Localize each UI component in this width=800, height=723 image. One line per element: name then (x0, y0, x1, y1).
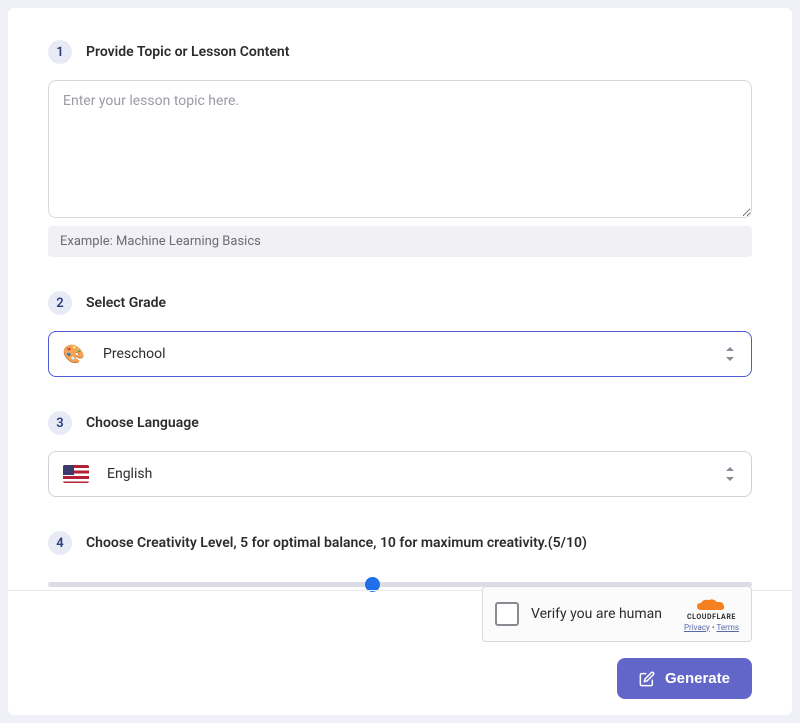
generate-button[interactable]: Generate (617, 658, 752, 699)
palette-icon: 🎨 (63, 343, 85, 365)
step-1-header: 1 Provide Topic or Lesson Content (48, 40, 752, 64)
step-4-header: 4 Choose Creativity Level, 5 for optimal… (48, 531, 752, 555)
grade-value: Preschool (103, 346, 705, 362)
chevron-updown-icon (723, 465, 737, 483)
language-value: English (107, 466, 705, 482)
cloudflare-name: CLOUDFLARE (687, 613, 736, 621)
grade-select[interactable]: 🎨 Preschool (48, 331, 752, 377)
cloudflare-links: Privacy•Terms (684, 623, 739, 632)
step-1-number: 1 (48, 40, 72, 64)
captcha-checkbox[interactable] (495, 602, 519, 626)
chevron-updown-icon (723, 345, 737, 363)
terms-link[interactable]: Terms (717, 623, 739, 632)
cloudflare-brand: CLOUDFLARE Privacy•Terms (684, 597, 739, 632)
step-4-number: 4 (48, 531, 72, 555)
form-container: 1 Provide Topic or Lesson Content Exampl… (8, 8, 792, 715)
step-4-label: Choose Creativity Level, 5 for optimal b… (86, 535, 587, 551)
captcha-box: Verify you are human CLOUDFLARE Privacy•… (482, 586, 752, 642)
step-2-number: 2 (48, 291, 72, 315)
step-3-header: 3 Choose Language (48, 411, 752, 435)
step-2-header: 2 Select Grade (48, 291, 752, 315)
lesson-topic-input[interactable] (48, 80, 752, 218)
topic-example: Example: Machine Learning Basics (48, 226, 752, 257)
edit-icon (639, 671, 655, 687)
generate-label: Generate (665, 670, 730, 687)
language-select[interactable]: English (48, 451, 752, 497)
cloudflare-logo-icon (695, 597, 727, 611)
step-3-label: Choose Language (86, 415, 199, 431)
step-2-label: Select Grade (86, 295, 166, 311)
flag-us-icon (63, 465, 89, 483)
step-1-label: Provide Topic or Lesson Content (86, 44, 289, 60)
privacy-link[interactable]: Privacy (684, 623, 710, 632)
step-3-number: 3 (48, 411, 72, 435)
captcha-label: Verify you are human (531, 606, 672, 622)
bottom-actions: Verify you are human CLOUDFLARE Privacy•… (482, 586, 752, 699)
